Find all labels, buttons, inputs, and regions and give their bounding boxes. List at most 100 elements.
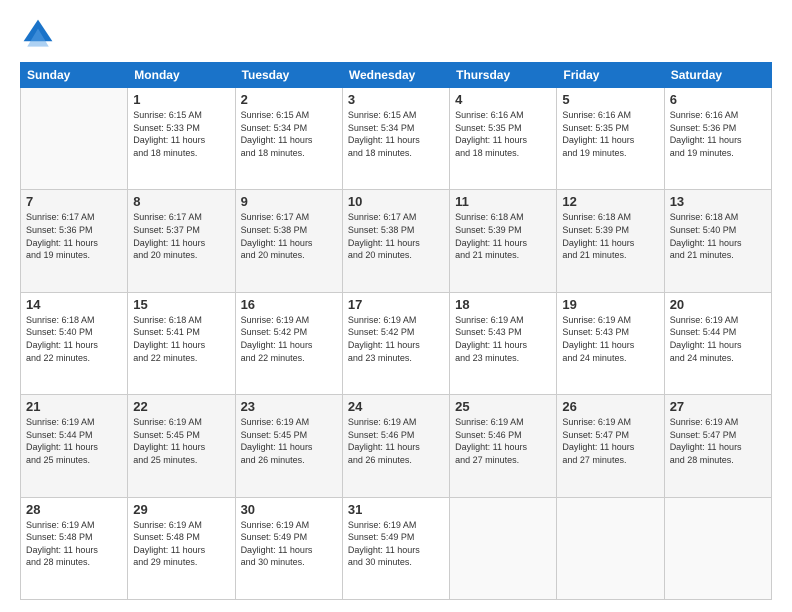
calendar-row-0: 1 Sunrise: 6:15 AM Sunset: 5:33 PM Daylig… xyxy=(21,88,772,190)
day-number: 29 xyxy=(133,502,229,517)
day-info: Sunrise: 6:19 AM Sunset: 5:43 PM Dayligh… xyxy=(455,314,551,364)
day-number: 23 xyxy=(241,399,337,414)
day-number: 28 xyxy=(26,502,122,517)
day-info: Sunrise: 6:19 AM Sunset: 5:48 PM Dayligh… xyxy=(26,519,122,569)
day-number: 1 xyxy=(133,92,229,107)
calendar-cell: 6 Sunrise: 6:16 AM Sunset: 5:36 PM Daylig… xyxy=(664,88,771,190)
day-number: 16 xyxy=(241,297,337,312)
calendar-cell: 12 Sunrise: 6:18 AM Sunset: 5:39 PM Dayli… xyxy=(557,190,664,292)
day-number: 24 xyxy=(348,399,444,414)
day-info: Sunrise: 6:15 AM Sunset: 5:33 PM Dayligh… xyxy=(133,109,229,159)
day-info: Sunrise: 6:19 AM Sunset: 5:43 PM Dayligh… xyxy=(562,314,658,364)
calendar-cell xyxy=(450,497,557,599)
calendar-row-2: 14Sunrise: 6:18 AM Sunset: 5:40 PM Dayli… xyxy=(21,292,772,394)
calendar-header-row: SundayMondayTuesdayWednesdayThursdayFrid… xyxy=(21,63,772,88)
day-info: Sunrise: 6:18 AM Sunset: 5:41 PM Dayligh… xyxy=(133,314,229,364)
day-number: 13 xyxy=(670,194,766,209)
calendar-cell: 18 Sunrise: 6:19 AM Sunset: 5:43 PM Dayli… xyxy=(450,292,557,394)
day-number: 5 xyxy=(562,92,658,107)
calendar-cell: 21Sunrise: 6:19 AM Sunset: 5:44 PM Dayli… xyxy=(21,395,128,497)
calendar-cell: 1 Sunrise: 6:15 AM Sunset: 5:33 PM Daylig… xyxy=(128,88,235,190)
day-info: Sunrise: 6:19 AM Sunset: 5:48 PM Dayligh… xyxy=(133,519,229,569)
day-number: 26 xyxy=(562,399,658,414)
calendar-cell: 29 Sunrise: 6:19 AM Sunset: 5:48 PM Dayli… xyxy=(128,497,235,599)
day-info: Sunrise: 6:18 AM Sunset: 5:40 PM Dayligh… xyxy=(26,314,122,364)
day-info: Sunrise: 6:19 AM Sunset: 5:42 PM Dayligh… xyxy=(348,314,444,364)
day-number: 30 xyxy=(241,502,337,517)
day-info: Sunrise: 6:18 AM Sunset: 5:39 PM Dayligh… xyxy=(562,211,658,261)
day-number: 6 xyxy=(670,92,766,107)
calendar-row-3: 21Sunrise: 6:19 AM Sunset: 5:44 PM Dayli… xyxy=(21,395,772,497)
calendar-cell: 16 Sunrise: 6:19 AM Sunset: 5:42 PM Dayli… xyxy=(235,292,342,394)
day-number: 17 xyxy=(348,297,444,312)
calendar-cell: 17 Sunrise: 6:19 AM Sunset: 5:42 PM Dayli… xyxy=(342,292,449,394)
day-info: Sunrise: 6:16 AM Sunset: 5:35 PM Dayligh… xyxy=(455,109,551,159)
day-number: 25 xyxy=(455,399,551,414)
calendar-cell xyxy=(557,497,664,599)
calendar-cell: 25 Sunrise: 6:19 AM Sunset: 5:46 PM Dayli… xyxy=(450,395,557,497)
calendar-col-sunday: Sunday xyxy=(21,63,128,88)
calendar-cell: 4Sunrise: 6:16 AM Sunset: 5:35 PM Daylig… xyxy=(450,88,557,190)
day-info: Sunrise: 6:19 AM Sunset: 5:44 PM Dayligh… xyxy=(670,314,766,364)
day-info: Sunrise: 6:17 AM Sunset: 5:36 PM Dayligh… xyxy=(26,211,122,261)
calendar-col-thursday: Thursday xyxy=(450,63,557,88)
calendar-cell: 2 Sunrise: 6:15 AM Sunset: 5:34 PM Daylig… xyxy=(235,88,342,190)
day-info: Sunrise: 6:19 AM Sunset: 5:49 PM Dayligh… xyxy=(241,519,337,569)
calendar-cell: 28 Sunrise: 6:19 AM Sunset: 5:48 PM Dayli… xyxy=(21,497,128,599)
day-info: Sunrise: 6:19 AM Sunset: 5:42 PM Dayligh… xyxy=(241,314,337,364)
day-info: Sunrise: 6:19 AM Sunset: 5:47 PM Dayligh… xyxy=(562,416,658,466)
logo xyxy=(20,16,60,52)
day-number: 7 xyxy=(26,194,122,209)
day-number: 18 xyxy=(455,297,551,312)
header xyxy=(20,16,772,52)
day-number: 10 xyxy=(348,194,444,209)
calendar-cell: 3 Sunrise: 6:15 AM Sunset: 5:34 PM Daylig… xyxy=(342,88,449,190)
day-info: Sunrise: 6:17 AM Sunset: 5:38 PM Dayligh… xyxy=(241,211,337,261)
calendar-col-saturday: Saturday xyxy=(664,63,771,88)
calendar-cell: 11 Sunrise: 6:18 AM Sunset: 5:39 PM Dayli… xyxy=(450,190,557,292)
calendar-row-1: 7 Sunrise: 6:17 AM Sunset: 5:36 PM Daylig… xyxy=(21,190,772,292)
day-number: 3 xyxy=(348,92,444,107)
calendar-col-tuesday: Tuesday xyxy=(235,63,342,88)
day-info: Sunrise: 6:16 AM Sunset: 5:36 PM Dayligh… xyxy=(670,109,766,159)
calendar-table: SundayMondayTuesdayWednesdayThursdayFrid… xyxy=(20,62,772,600)
day-info: Sunrise: 6:17 AM Sunset: 5:38 PM Dayligh… xyxy=(348,211,444,261)
day-info: Sunrise: 6:19 AM Sunset: 5:45 PM Dayligh… xyxy=(241,416,337,466)
day-info: Sunrise: 6:19 AM Sunset: 5:46 PM Dayligh… xyxy=(455,416,551,466)
day-number: 22 xyxy=(133,399,229,414)
day-number: 11 xyxy=(455,194,551,209)
calendar-cell: 23 Sunrise: 6:19 AM Sunset: 5:45 PM Dayli… xyxy=(235,395,342,497)
page: SundayMondayTuesdayWednesdayThursdayFrid… xyxy=(0,0,792,612)
calendar-col-wednesday: Wednesday xyxy=(342,63,449,88)
calendar-row-4: 28 Sunrise: 6:19 AM Sunset: 5:48 PM Dayli… xyxy=(21,497,772,599)
calendar-cell xyxy=(21,88,128,190)
calendar-cell: 7 Sunrise: 6:17 AM Sunset: 5:36 PM Daylig… xyxy=(21,190,128,292)
calendar-cell: 15 Sunrise: 6:18 AM Sunset: 5:41 PM Dayli… xyxy=(128,292,235,394)
calendar-cell: 22 Sunrise: 6:19 AM Sunset: 5:45 PM Dayli… xyxy=(128,395,235,497)
calendar-col-monday: Monday xyxy=(128,63,235,88)
calendar-cell: 14Sunrise: 6:18 AM Sunset: 5:40 PM Dayli… xyxy=(21,292,128,394)
day-info: Sunrise: 6:19 AM Sunset: 5:49 PM Dayligh… xyxy=(348,519,444,569)
calendar-cell: 10 Sunrise: 6:17 AM Sunset: 5:38 PM Dayli… xyxy=(342,190,449,292)
calendar-cell: 24Sunrise: 6:19 AM Sunset: 5:46 PM Dayli… xyxy=(342,395,449,497)
day-number: 19 xyxy=(562,297,658,312)
day-info: Sunrise: 6:15 AM Sunset: 5:34 PM Dayligh… xyxy=(348,109,444,159)
calendar-cell: 20 Sunrise: 6:19 AM Sunset: 5:44 PM Dayli… xyxy=(664,292,771,394)
day-number: 2 xyxy=(241,92,337,107)
day-number: 12 xyxy=(562,194,658,209)
day-info: Sunrise: 6:19 AM Sunset: 5:47 PM Dayligh… xyxy=(670,416,766,466)
day-number: 21 xyxy=(26,399,122,414)
calendar-cell: 30 Sunrise: 6:19 AM Sunset: 5:49 PM Dayli… xyxy=(235,497,342,599)
day-number: 31 xyxy=(348,502,444,517)
day-info: Sunrise: 6:19 AM Sunset: 5:45 PM Dayligh… xyxy=(133,416,229,466)
day-number: 20 xyxy=(670,297,766,312)
calendar-cell: 27Sunrise: 6:19 AM Sunset: 5:47 PM Dayli… xyxy=(664,395,771,497)
calendar-cell: 9Sunrise: 6:17 AM Sunset: 5:38 PM Daylig… xyxy=(235,190,342,292)
calendar-cell xyxy=(664,497,771,599)
calendar-cell: 5 Sunrise: 6:16 AM Sunset: 5:35 PM Daylig… xyxy=(557,88,664,190)
day-info: Sunrise: 6:18 AM Sunset: 5:39 PM Dayligh… xyxy=(455,211,551,261)
day-info: Sunrise: 6:15 AM Sunset: 5:34 PM Dayligh… xyxy=(241,109,337,159)
day-info: Sunrise: 6:16 AM Sunset: 5:35 PM Dayligh… xyxy=(562,109,658,159)
calendar-cell: 19 Sunrise: 6:19 AM Sunset: 5:43 PM Dayli… xyxy=(557,292,664,394)
day-number: 15 xyxy=(133,297,229,312)
